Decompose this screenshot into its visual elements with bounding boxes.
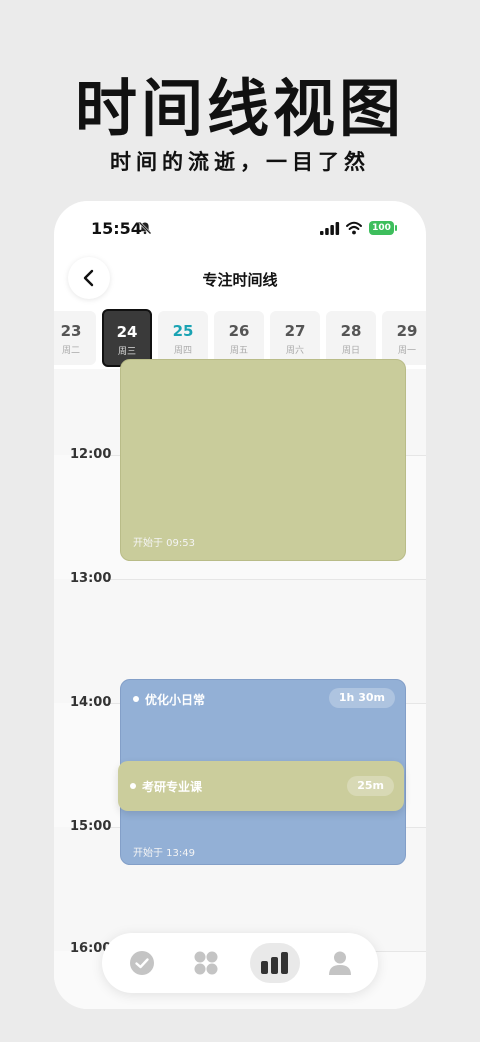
date-item-27[interactable]: 27 周六: [270, 311, 320, 365]
signal-icon: [320, 222, 340, 235]
user-icon: [329, 951, 351, 975]
date-day: 23: [60, 322, 82, 340]
hero-title: 时间线视图: [74, 72, 405, 145]
timeline[interactable]: 12:00 13:00 14:00 15:00 16:00 开始于 09:53 …: [54, 359, 426, 1009]
date-weekday: 周四: [173, 346, 192, 356]
date-day: 27: [284, 322, 306, 340]
date-item-25[interactable]: 25 周四: [158, 311, 208, 365]
hour-label: 14:00: [70, 695, 112, 710]
tab-bar: [102, 933, 378, 993]
date-weekday: 周五: [229, 346, 248, 356]
battery-icon: 100: [369, 221, 394, 235]
hour-label: 13:00: [70, 571, 112, 586]
date-day: 24: [116, 323, 138, 341]
wifi-icon: [346, 221, 362, 235]
date-day: 29: [396, 322, 418, 340]
tab-profile[interactable]: [322, 945, 358, 981]
tab-grid[interactable]: [188, 945, 224, 981]
event-name-text: 优化小日常: [145, 693, 206, 707]
battery-tip: [395, 225, 397, 231]
event-name: 优化小日常: [133, 691, 205, 708]
grid-icon: [194, 951, 218, 975]
date-weekday: 周二: [61, 346, 80, 356]
date-day: 26: [228, 322, 250, 340]
tab-timeline[interactable]: [250, 943, 300, 983]
date-item-26[interactable]: 26 周五: [214, 311, 264, 365]
bell-muted-icon: [138, 221, 152, 235]
date-weekday: 周三: [117, 347, 136, 357]
event-dot: [133, 696, 139, 702]
event-block-postgrad-course[interactable]: 考研专业课 25m: [118, 761, 404, 811]
event-duration: 1h 30m: [328, 688, 395, 708]
phone-screen: 15:54 100 专注时间线 23 周二 24 周三 25 周四 26 周五 …: [54, 201, 426, 1009]
page-title: 专注时间线: [202, 271, 278, 289]
nav-bar: 专注时间线: [54, 255, 426, 307]
event-name-text: 考研专业课: [142, 780, 203, 794]
hour-label: 12:00: [70, 447, 112, 462]
event-block-morning[interactable]: 开始于 09:53: [120, 359, 406, 561]
check-circle-icon: [130, 951, 154, 975]
hour-label: 15:00: [70, 819, 112, 834]
event-start-time: 开始于 13:49: [133, 848, 195, 859]
status-time: 15:54: [91, 219, 142, 238]
date-weekday: 周六: [285, 346, 304, 356]
date-item-29[interactable]: 29 周一: [382, 311, 426, 365]
hour-line: [106, 579, 426, 580]
event-start-time: 开始于 09:53: [133, 538, 195, 549]
event-dot: [130, 783, 136, 789]
date-day: 25: [172, 322, 194, 340]
tab-check[interactable]: [124, 945, 160, 981]
date-item-23[interactable]: 23 周二: [54, 311, 96, 365]
bar-chart-icon: [261, 952, 288, 974]
status-bar: 15:54 100: [54, 201, 426, 255]
date-weekday: 周一: [397, 346, 416, 356]
date-item-28[interactable]: 28 周日: [326, 311, 376, 365]
date-weekday: 周日: [341, 346, 360, 356]
hero-subtitle: 时间的流逝，一目了然: [110, 150, 370, 174]
date-day: 28: [340, 322, 362, 340]
event-name: 考研专业课: [130, 778, 202, 795]
event-duration: 25m: [347, 776, 394, 796]
